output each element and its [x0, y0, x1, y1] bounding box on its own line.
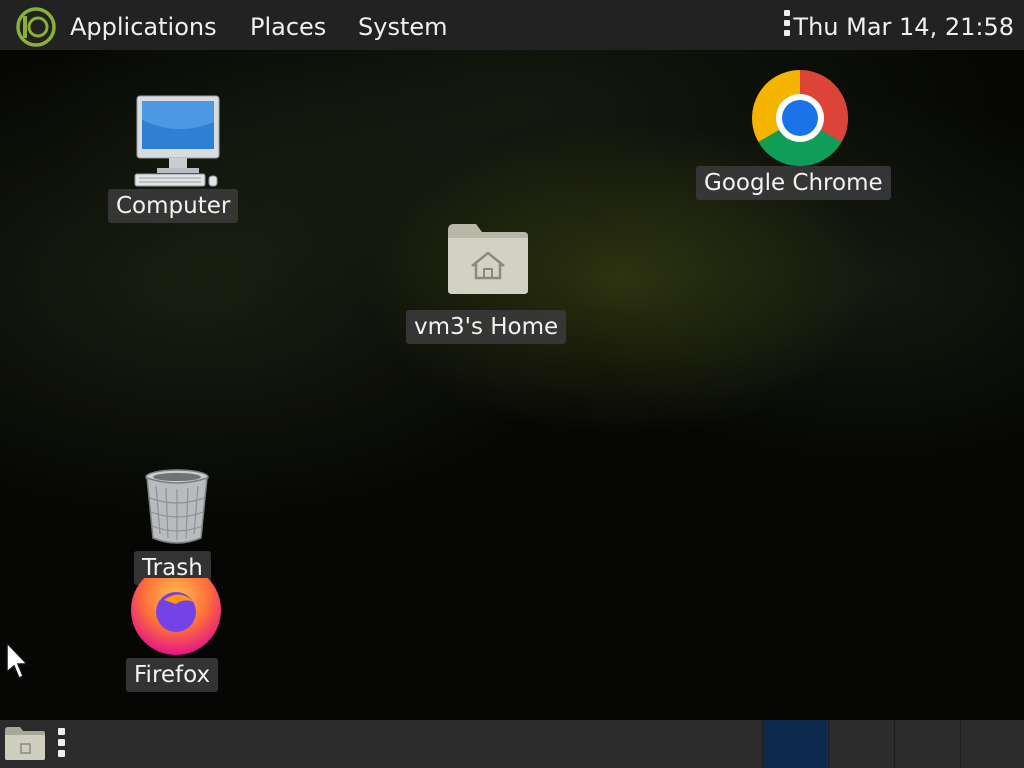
system-menu[interactable]: System: [358, 12, 448, 42]
desktop-icon-chrome[interactable]: Google Chrome: [696, 68, 910, 208]
desktop-icon-trash[interactable]: Trash: [134, 466, 224, 590]
desktop-icon-firefox[interactable]: Firefox: [126, 578, 236, 700]
home-folder-icon: [448, 224, 528, 294]
workspace-3[interactable]: [894, 720, 959, 768]
desktop-icon-label: vm3's Home: [406, 310, 567, 344]
mate-logo-icon[interactable]: [15, 6, 57, 48]
trash-icon: [145, 469, 209, 544]
panel-handle-icon[interactable]: [782, 10, 792, 42]
desktop-icon-label: Google Chrome: [696, 166, 891, 200]
workspace-4[interactable]: [960, 720, 1024, 768]
panel-handle-icon[interactable]: [56, 728, 66, 760]
firefox-icon: [131, 578, 221, 655]
desktop-icon-label: Firefox: [126, 658, 219, 692]
desktop-icon-label: Computer: [108, 189, 239, 223]
places-menu[interactable]: Places: [250, 12, 326, 42]
applications-menu[interactable]: Applications: [70, 12, 217, 42]
chrome-icon: [751, 70, 849, 167]
workspace-2[interactable]: [828, 720, 893, 768]
computer-icon: [134, 95, 220, 187]
clock[interactable]: Thu Mar 14, 21:58: [793, 12, 1014, 42]
workspace-1[interactable]: [762, 720, 827, 768]
mouse-cursor-icon: [6, 642, 29, 680]
desktop-icon-home[interactable]: vm3's Home: [406, 218, 576, 350]
show-desktop-icon[interactable]: [4, 724, 46, 762]
bottom-panel: [0, 720, 1024, 768]
top-panel: Applications Places System Thu Mar 14, 2…: [0, 0, 1024, 50]
desktop-icon-computer[interactable]: Computer: [108, 92, 248, 232]
